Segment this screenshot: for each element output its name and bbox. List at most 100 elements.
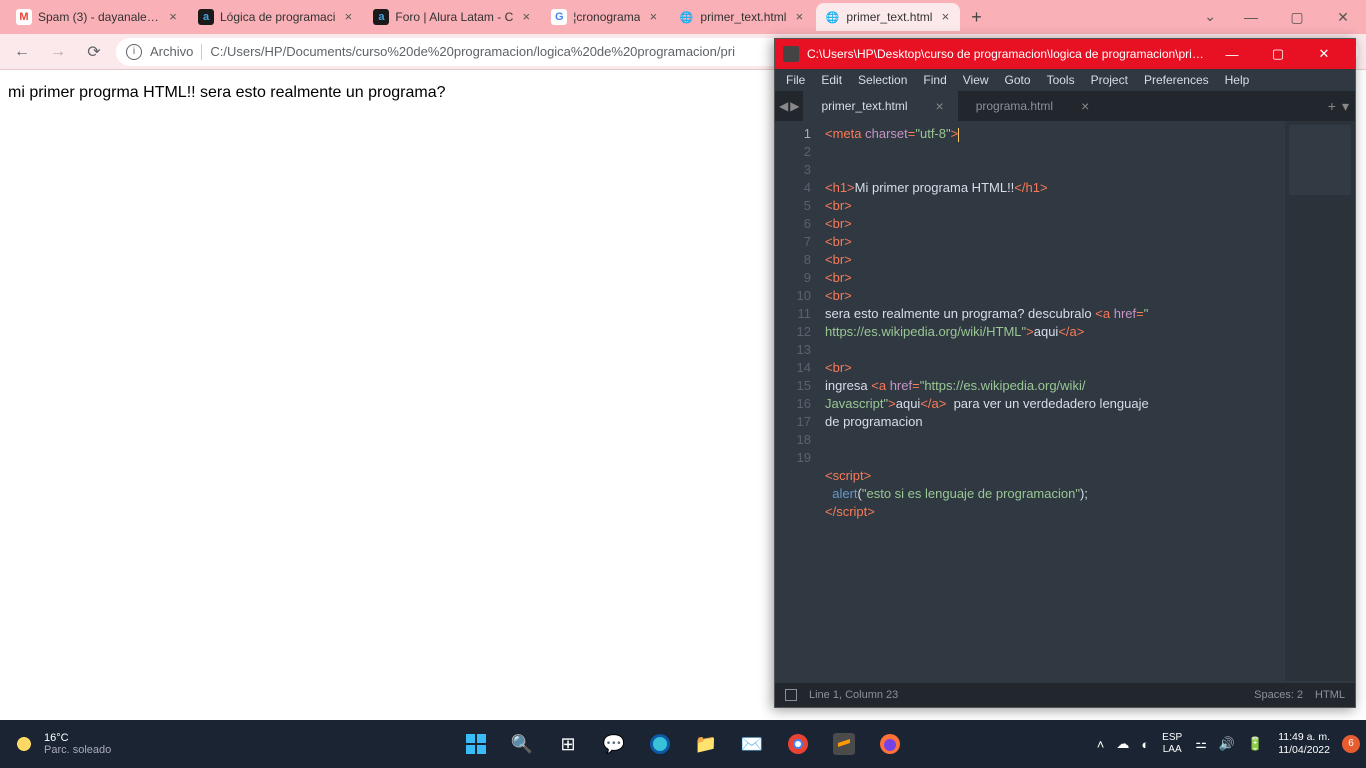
code-line[interactable]: <br> — [825, 359, 1279, 377]
syntax-setting[interactable]: HTML — [1315, 689, 1345, 701]
new-file-icon[interactable]: + — [1328, 98, 1336, 115]
edge-icon[interactable] — [640, 724, 680, 764]
code-line[interactable]: </script> — [825, 503, 1279, 521]
code-line[interactable]: <meta charset="utf-8"> — [825, 125, 1279, 143]
language-indicator[interactable]: ESP LAA — [1158, 732, 1186, 756]
browser-tab[interactable]: 🌐primer_text.html× — [670, 3, 814, 31]
chrome-icon[interactable] — [778, 724, 818, 764]
favicon: 🌐 — [824, 9, 840, 25]
onedrive-icon[interactable]: ☁ — [1113, 736, 1132, 752]
line-number: 18 — [779, 431, 811, 449]
browser-tab[interactable]: 🌐primer_text.html× — [816, 3, 960, 31]
code-line[interactable]: <br> — [825, 287, 1279, 305]
sublime-titlebar[interactable]: C:\Users\HP\Desktop\curso de programacio… — [775, 39, 1355, 69]
minimize-button[interactable]: ― — [1209, 39, 1255, 69]
browser-tab[interactable]: G¦cronograma× — [543, 3, 668, 31]
code-line[interactable] — [825, 341, 1279, 359]
code-line[interactable]: <br> — [825, 251, 1279, 269]
explorer-icon[interactable]: 📁 — [686, 724, 726, 764]
back-button[interactable]: ← — [8, 38, 36, 66]
taskview-button[interactable]: ⊞ — [548, 724, 588, 764]
editor-tab[interactable]: primer_text.html× — [803, 91, 957, 121]
clock[interactable]: 11:49 a. m. 11/04/2022 — [1272, 731, 1336, 757]
code-line[interactable]: sera esto realmente un programa? descubr… — [825, 305, 1279, 323]
close-tab-icon[interactable]: × — [519, 10, 533, 24]
editor-tab[interactable]: programa.html× — [958, 91, 1104, 121]
new-tab-button[interactable]: + — [962, 3, 990, 31]
code-line[interactable]: Javascript">aqui</a> para ver un verdeda… — [825, 395, 1279, 413]
firefox-icon[interactable] — [870, 724, 910, 764]
sublime-statusbar: Line 1, Column 23 Spaces: 2 HTML — [775, 683, 1355, 707]
tabs-overflow-icon[interactable]: ⌄ — [1204, 8, 1216, 25]
code-line[interactable]: ingresa <a href="https://es.wikipedia.or… — [825, 377, 1279, 395]
menu-item-selection[interactable]: Selection — [851, 71, 914, 89]
code-line[interactable] — [825, 161, 1279, 179]
menu-item-edit[interactable]: Edit — [814, 71, 849, 89]
code-line[interactable]: <script> — [825, 467, 1279, 485]
code-line[interactable] — [825, 431, 1279, 449]
search-button[interactable]: 🔍 — [502, 724, 542, 764]
site-info-icon[interactable]: i — [126, 44, 142, 60]
browser-tab[interactable]: MSpam (3) - dayanaleon× — [8, 3, 188, 31]
menu-item-tools[interactable]: Tools — [1040, 71, 1082, 89]
line-number: 3 — [779, 161, 811, 179]
code-line[interactable]: <br> — [825, 269, 1279, 287]
close-tab-icon[interactable]: × — [1081, 98, 1089, 114]
mail-icon[interactable]: ✉️ — [732, 724, 772, 764]
code-line[interactable]: alert("esto si es lenguaje de programaci… — [825, 485, 1279, 503]
close-tab-icon[interactable]: × — [792, 10, 806, 24]
maximize-button[interactable]: ▢ — [1274, 0, 1320, 34]
start-button[interactable] — [456, 724, 496, 764]
menu-item-help[interactable]: Help — [1218, 71, 1257, 89]
favicon: a — [373, 9, 389, 25]
code-line[interactable] — [825, 449, 1279, 467]
forward-button[interactable]: → — [44, 38, 72, 66]
cursor-position[interactable]: Line 1, Column 23 — [809, 689, 898, 701]
code-line[interactable]: <br> — [825, 233, 1279, 251]
sublime-icon[interactable] — [824, 724, 864, 764]
favicon: G — [551, 9, 567, 25]
browser-tab[interactable]: aLógica de programaci× — [190, 3, 363, 31]
indent-setting[interactable]: Spaces: 2 — [1254, 689, 1303, 701]
sublime-window: C:\Users\HP\Desktop\curso de programacio… — [774, 38, 1356, 708]
battery-icon[interactable]: 🔋 — [1244, 736, 1266, 752]
minimap[interactable] — [1285, 121, 1355, 681]
menu-item-find[interactable]: Find — [916, 71, 953, 89]
panel-toggle-icon[interactable] — [785, 689, 797, 701]
tab-nav-right-icon[interactable]: ▶ — [790, 99, 799, 113]
code-line[interactable]: https://es.wikipedia.org/wiki/HTML">aqui… — [825, 323, 1279, 341]
close-button[interactable]: ✕ — [1320, 0, 1366, 34]
code-line[interactable]: <br> — [825, 197, 1279, 215]
menu-item-preferences[interactable]: Preferences — [1137, 71, 1216, 89]
maximize-button[interactable]: ▢ — [1255, 39, 1301, 69]
chat-icon[interactable]: 💬 — [594, 724, 634, 764]
menu-item-goto[interactable]: Goto — [998, 71, 1038, 89]
close-tab-icon[interactable]: × — [938, 10, 952, 24]
code-line[interactable] — [825, 143, 1279, 161]
menu-item-file[interactable]: File — [779, 71, 812, 89]
wifi-icon[interactable]: ⚍ — [1192, 736, 1210, 752]
code-line[interactable]: <h1>Mi primer programa HTML!!</h1> — [825, 179, 1279, 197]
tray-app-icon[interactable]: ◐ — [1138, 737, 1152, 752]
close-tab-icon[interactable]: × — [341, 10, 355, 24]
minimize-button[interactable]: ― — [1228, 0, 1274, 34]
browser-tab[interactable]: aForo | Alura Latam - C× — [365, 3, 541, 31]
code-line[interactable]: de programacion — [825, 413, 1279, 431]
favicon: 🌐 — [678, 9, 694, 25]
weather-widget[interactable]: 16°C Parc. soleado — [0, 732, 123, 756]
close-button[interactable]: ✕ — [1301, 39, 1347, 69]
code-content[interactable]: <meta charset="utf-8"> <h1>Mi primer pro… — [819, 121, 1285, 681]
close-tab-icon[interactable]: × — [936, 98, 944, 114]
reload-button[interactable]: ⟳ — [80, 38, 108, 66]
tab-nav-left-icon[interactable]: ◀ — [779, 99, 788, 113]
close-tab-icon[interactable]: × — [646, 10, 660, 24]
tab-menu-icon[interactable]: ▾ — [1342, 98, 1349, 115]
menu-item-view[interactable]: View — [956, 71, 996, 89]
notification-badge[interactable]: 6 — [1342, 735, 1360, 753]
code-line[interactable]: <br> — [825, 215, 1279, 233]
close-tab-icon[interactable]: × — [166, 10, 180, 24]
line-number: 9 — [779, 269, 811, 287]
volume-icon[interactable]: 🔊 — [1216, 736, 1238, 752]
tray-overflow-icon[interactable]: ˄ — [1094, 737, 1108, 752]
menu-item-project[interactable]: Project — [1084, 71, 1135, 89]
